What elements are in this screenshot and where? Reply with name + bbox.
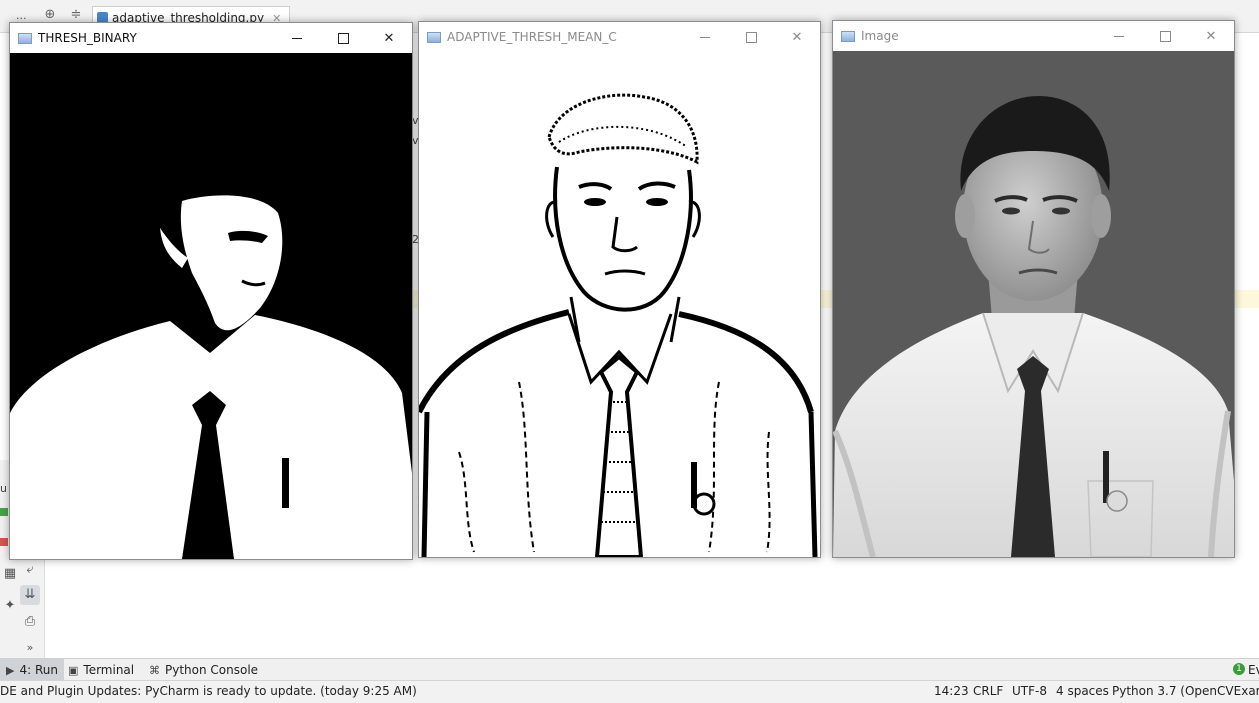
status-indent[interactable]: 4 spaces [1056, 684, 1109, 698]
window-image[interactable]: Image ✕ [832, 20, 1235, 558]
pin-icon[interactable]: ✦ [0, 596, 20, 616]
close-button[interactable]: ✕ [1188, 21, 1234, 51]
rerun-icon[interactable] [0, 508, 8, 516]
minimize-button[interactable] [274, 23, 320, 53]
stop-icon[interactable] [0, 538, 8, 546]
minimize-icon [700, 36, 710, 38]
close-button[interactable]: ✕ [366, 23, 412, 53]
window-app-icon [18, 32, 32, 44]
print-icon[interactable]: ⎙ [20, 612, 40, 632]
status-position[interactable]: 14:23 [934, 684, 969, 698]
window-title: Image [861, 29, 899, 43]
minimize-icon [1114, 35, 1124, 37]
tool-window-bar: ▶ 4: Run ▣ Terminal ⌘ Python Console Ev [0, 658, 1259, 681]
adaptive-thresh-image [419, 52, 820, 557]
python-console-icon: ⌘ [149, 663, 160, 677]
status-encoding[interactable]: UTF-8 [1012, 684, 1047, 698]
window-titlebar[interactable]: ADAPTIVE_THRESH_MEAN_C ✕ [419, 22, 820, 52]
highlight-strip [1234, 290, 1259, 308]
close-button[interactable]: ✕ [774, 22, 820, 52]
minimize-button[interactable] [682, 22, 728, 52]
tab-python-console-label: Python Console [165, 663, 259, 677]
highlight-strip [820, 290, 832, 308]
maximize-button[interactable] [320, 23, 366, 53]
layout-icon[interactable]: ▦ [0, 564, 20, 584]
maximize-button[interactable] [728, 22, 774, 52]
window-title: ADAPTIVE_THRESH_MEAN_C [447, 30, 617, 44]
toolbar-fragment: ... [16, 9, 27, 22]
collapse-icon[interactable]: ≑ [68, 7, 84, 23]
close-icon: ✕ [1205, 28, 1217, 44]
status-interpreter[interactable]: Python 3.7 (OpenCVExample [1112, 684, 1259, 698]
window-app-icon [427, 31, 441, 43]
maximize-icon [745, 31, 757, 43]
close-icon: ✕ [383, 30, 395, 46]
window-titlebar[interactable]: Image ✕ [833, 21, 1234, 51]
window-thresh-binary[interactable]: THRESH_BINARY ✕ [9, 22, 413, 560]
window-title: THRESH_BINARY [38, 31, 137, 45]
tab-run-label: 4: Run [19, 663, 58, 677]
panel-fragment: u [0, 482, 7, 495]
window-titlebar[interactable]: THRESH_BINARY ✕ [10, 23, 412, 53]
run-icon: ▶ [6, 663, 15, 677]
minimize-icon [292, 37, 302, 39]
window-app-icon [841, 30, 855, 42]
more-icon[interactable]: » [20, 638, 40, 658]
window-adaptive-thresh-mean-c[interactable]: ADAPTIVE_THRESH_MEAN_C ✕ [418, 21, 821, 558]
status-message[interactable]: DE and Plugin Updates: PyCharm is ready … [0, 684, 417, 698]
event-log-label[interactable]: Ev [1248, 663, 1259, 677]
tab-run[interactable]: ▶ 4: Run [0, 659, 64, 681]
maximize-icon [1159, 30, 1171, 42]
tab-terminal[interactable]: ▣ Terminal [62, 659, 140, 681]
thresh-binary-image [10, 53, 412, 559]
minimize-button[interactable] [1096, 21, 1142, 51]
maximize-button[interactable] [1142, 21, 1188, 51]
close-icon: ✕ [791, 29, 803, 45]
scroll-to-end-icon[interactable]: ⇊ [20, 585, 40, 605]
target-icon[interactable]: ⊕ [42, 7, 58, 23]
tab-python-console[interactable]: ⌘ Python Console [143, 659, 264, 681]
maximize-icon [337, 32, 349, 44]
tab-terminal-label: Terminal [83, 663, 135, 677]
terminal-icon: ▣ [68, 663, 79, 677]
event-log-icon[interactable]: 1 [1233, 663, 1245, 675]
soft-wrap-icon[interactable]: ⤶ [20, 560, 40, 580]
status-line-separator[interactable]: CRLF [973, 684, 1003, 698]
status-bar: DE and Plugin Updates: PyCharm is ready … [0, 680, 1259, 703]
grayscale-image [833, 51, 1234, 557]
